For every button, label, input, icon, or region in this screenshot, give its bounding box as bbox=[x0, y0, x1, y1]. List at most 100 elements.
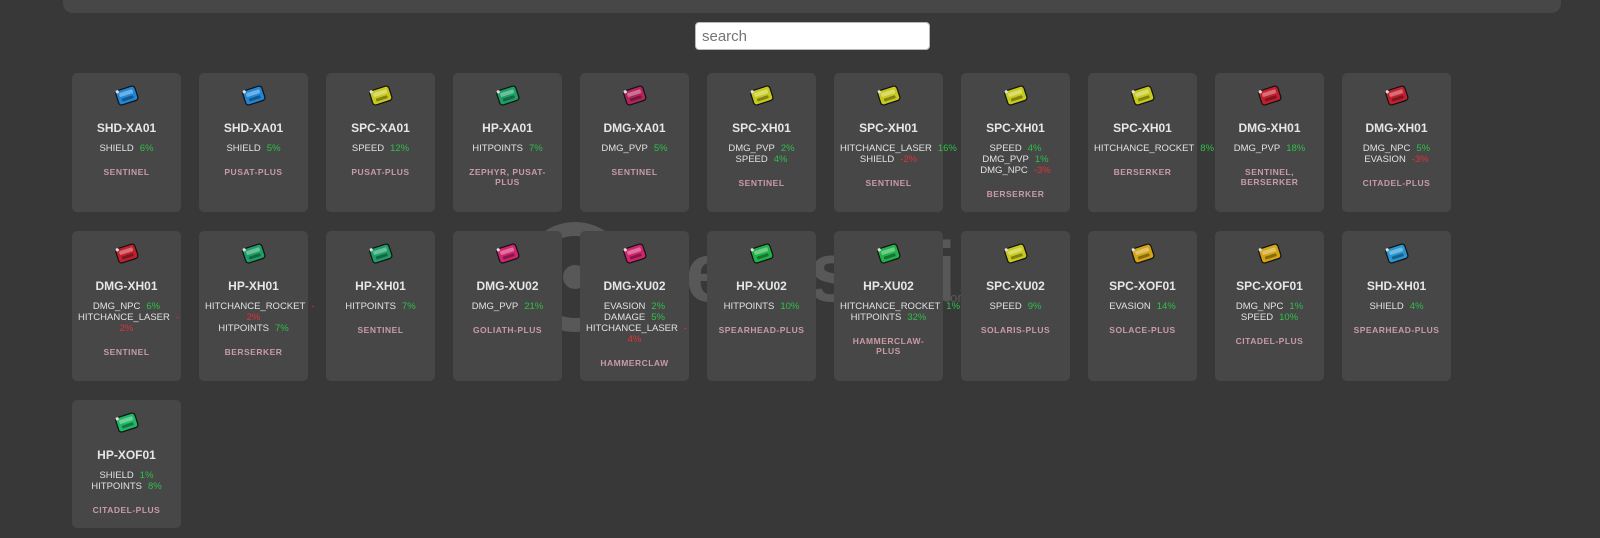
stat-value: 16% bbox=[937, 143, 957, 154]
item-card[interactable]: DMG-XU02 EVASION 2% DAMAGE 5% HITCHANCE_LASER… bbox=[580, 231, 689, 381]
item-title: SPC-XU02 bbox=[986, 279, 1045, 293]
item-title: SPC-XOF01 bbox=[1236, 279, 1303, 293]
item-card[interactable]: HP-XH01 HITPOINTS 7% SENTINEL bbox=[326, 231, 435, 381]
item-card[interactable]: DMG-XH01 DMG_PVP 18% SENTINEL, BERSERKER bbox=[1215, 73, 1324, 212]
module-icon bbox=[580, 81, 689, 111]
item-card[interactable]: HP-XH01 HITCHANCE_ROCKET -2% HITPOINTS 7% BER… bbox=[199, 231, 314, 381]
stat-label: DMG_PVP bbox=[601, 143, 648, 154]
item-title: HP-XH01 bbox=[228, 279, 279, 293]
item-card[interactable]: SHD-XA01 SHIELD 6% SENTINEL bbox=[72, 73, 181, 212]
stat-label: DAMAGE bbox=[604, 312, 646, 323]
ship-tag: ZEPHYR, PUSAT-PLUS bbox=[469, 167, 546, 187]
stat-value: 2% bbox=[780, 143, 795, 154]
item-card[interactable]: SPC-XH01 DMG_PVP 2% SPEED 4% SENTINEL bbox=[707, 73, 816, 212]
module-icon bbox=[199, 239, 308, 269]
item-stats: DMG_NPC 5% EVASION -3% bbox=[1342, 143, 1451, 165]
stat-value: 1% bbox=[946, 301, 961, 312]
item-card[interactable]: SPC-XOF01 DMG_NPC 1% SPEED 10% CITADEL-PLUS bbox=[1215, 231, 1324, 381]
stat-value: 5% bbox=[653, 143, 668, 154]
item-stats: DMG_NPC 1% SPEED 10% bbox=[1215, 301, 1324, 323]
item-card[interactable]: SPC-XU02 SPEED 9% SOLARIS-PLUS bbox=[961, 231, 1070, 381]
item-stats: HITCHANCE_LASER 16% SHIELD -2% bbox=[834, 143, 957, 165]
stat-line: HITCHANCE_ROCKET 1% bbox=[834, 301, 960, 312]
stat-value: 1% bbox=[139, 470, 154, 481]
item-card[interactable]: SPC-XH01 HITCHANCE_ROCKET 8% BERSERKER bbox=[1088, 73, 1214, 212]
item-title: HP-XA01 bbox=[482, 121, 533, 135]
stat-value: 1% bbox=[1289, 301, 1304, 312]
item-stats: HITPOINTS 10% bbox=[707, 301, 816, 312]
item-card[interactable]: DMG-XA01 DMG_PVP 5% SENTINEL bbox=[580, 73, 689, 212]
item-card[interactable]: SPC-XH01 HITCHANCE_LASER 16% SHIELD -2% SENTI… bbox=[834, 73, 957, 212]
item-stats: DMG_PVP 18% bbox=[1215, 143, 1324, 154]
item-card[interactable]: SHD-XH01 SHIELD 4% SPEARHEAD-PLUS bbox=[1342, 231, 1451, 381]
item-title: SPC-XH01 bbox=[732, 121, 791, 135]
item-card[interactable]: HP-XU02 HITPOINTS 10% SPEARHEAD-PLUS bbox=[707, 231, 816, 381]
item-card[interactable]: DMG-XU02 DMG_PVP 21% GOLIATH-PLUS bbox=[453, 231, 562, 381]
stat-line: HITPOINTS 10% bbox=[707, 301, 816, 312]
stat-label: SPEED bbox=[351, 143, 385, 154]
module-icon bbox=[453, 239, 562, 269]
item-card[interactable]: SHD-XA01 SHIELD 5% PUSAT-PLUS bbox=[199, 73, 308, 212]
ship-tag: HAMMERCLAW-PLUS bbox=[852, 336, 925, 356]
green-hitpoints-module-icon bbox=[495, 85, 519, 106]
blue-shield-module-icon bbox=[1384, 243, 1408, 264]
stat-line: DMG_PVP 1% bbox=[961, 154, 1070, 165]
item-card[interactable]: HP-XOF01 SHIELD 1% HITPOINTS 8% CITADEL-PLUS bbox=[72, 400, 181, 528]
stat-value: 7% bbox=[274, 323, 289, 334]
stat-label: HITCHANCE_ROCKET bbox=[840, 301, 941, 312]
item-stats: SPEED 9% bbox=[961, 301, 1070, 312]
yellow-speed-module-icon bbox=[1003, 243, 1027, 264]
stat-line: HITPOINTS 7% bbox=[453, 143, 562, 154]
pink-damage-module-icon bbox=[622, 85, 646, 106]
stat-label: HITCHANCE_ROCKET bbox=[1094, 143, 1195, 154]
ship-tag: SOLACE-PLUS bbox=[1109, 325, 1176, 335]
stat-label: HITPOINTS bbox=[218, 323, 269, 334]
item-card[interactable]: SPC-XA01 SPEED 12% PUSAT-PLUS bbox=[326, 73, 435, 212]
item-stats: DMG_PVP 2% SPEED 4% bbox=[707, 143, 816, 165]
stat-value: 9% bbox=[1027, 301, 1042, 312]
stat-line: SHIELD 6% bbox=[72, 143, 181, 154]
yellow-speed-module-icon bbox=[1003, 85, 1027, 106]
item-card[interactable]: HP-XA01 HITPOINTS 7% ZEPHYR, PUSAT-PLUS bbox=[453, 73, 562, 212]
stat-label: SPEED bbox=[989, 301, 1022, 312]
pink-damage-module-icon bbox=[495, 243, 519, 264]
item-title: HP-XOF01 bbox=[97, 448, 156, 462]
stat-label: HITPOINTS bbox=[91, 481, 142, 492]
stat-value: 4% bbox=[1027, 143, 1042, 154]
stat-line: DMG_NPC 6% bbox=[72, 301, 181, 312]
item-title: SPC-XH01 bbox=[1113, 121, 1172, 135]
stat-label: SHIELD bbox=[1369, 301, 1404, 312]
stat-value: 7% bbox=[401, 301, 416, 312]
module-icon bbox=[834, 239, 943, 269]
item-card[interactable]: SPC-XH01 SPEED 4% DMG_PVP 1% DMG_NPC -3% BERSER… bbox=[961, 73, 1070, 212]
ship-tag: SENTINEL bbox=[103, 167, 150, 177]
stat-label: DMG_PVP bbox=[728, 143, 775, 154]
module-icon bbox=[453, 81, 562, 111]
module-icon bbox=[580, 239, 689, 269]
stat-value: 10% bbox=[780, 301, 800, 312]
ship-tag: SOLARIS-PLUS bbox=[980, 325, 1051, 335]
stat-value: -2% bbox=[900, 154, 918, 165]
item-title: SPC-XH01 bbox=[859, 121, 918, 135]
stat-value: 5% bbox=[266, 143, 281, 154]
stat-label: HITPOINTS bbox=[850, 312, 902, 323]
green-hitpoints-module-icon bbox=[368, 243, 392, 264]
stat-line: HITCHANCE_ROCKET 8% bbox=[1088, 143, 1214, 154]
item-card[interactable]: DMG-XH01 DMG_NPC 5% EVASION -3% CITADEL-PLUS bbox=[1342, 73, 1451, 212]
item-card[interactable]: DMG-XH01 DMG_NPC 6% HITCHANCE_LASER -2% SENTI… bbox=[72, 231, 181, 381]
stat-label: HITPOINTS bbox=[472, 143, 523, 154]
stat-value: 7% bbox=[528, 143, 543, 154]
module-icon bbox=[1215, 81, 1324, 111]
stat-value: 14% bbox=[1156, 301, 1176, 312]
item-card[interactable]: HP-XU02 HITCHANCE_ROCKET 1% HITPOINTS 32% HAM… bbox=[834, 231, 960, 381]
stat-value: 32% bbox=[907, 312, 927, 323]
module-icon bbox=[707, 239, 816, 269]
item-card[interactable]: SPC-XOF01 EVASION 14% SOLACE-PLUS bbox=[1088, 231, 1197, 381]
item-title: DMG-XH01 bbox=[95, 279, 158, 293]
stat-label: EVASION bbox=[1364, 154, 1406, 165]
green-hitpoints-module-icon bbox=[876, 243, 900, 264]
red-damage-module-icon bbox=[114, 243, 138, 264]
search-input[interactable] bbox=[695, 22, 930, 50]
module-icon bbox=[961, 239, 1070, 269]
stat-line: HITCHANCE_LASER -4% bbox=[580, 323, 689, 345]
